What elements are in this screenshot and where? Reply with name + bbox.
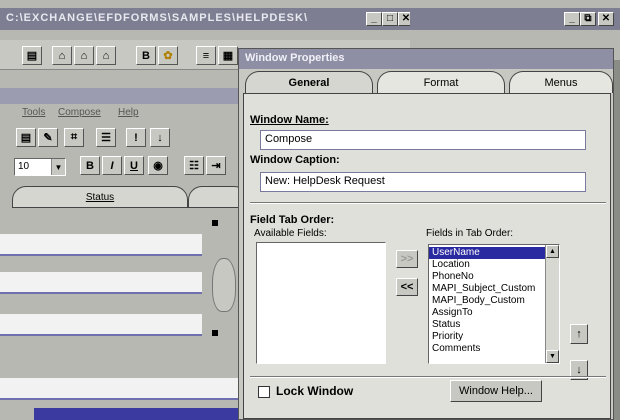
tab-order-item[interactable]: AssignTo: [429, 307, 545, 319]
tab-order-item[interactable]: Location: [429, 259, 545, 271]
window-name-label: Window Name:: [250, 114, 329, 126]
back-window-title: C:\EXCHANGE\EFDFORMS\SAMPLES\HELPDESK\: [6, 12, 309, 24]
arrow-up-icon: ↑: [576, 328, 582, 340]
compose-attach-icon[interactable]: ⌗: [64, 128, 84, 147]
scrollbar[interactable]: ▲ ▼: [545, 245, 559, 363]
dialog-titlebar: Window Properties: [239, 49, 613, 69]
add-field-label: >>: [400, 253, 414, 265]
general-page: Window Name: Compose Window Caption: New…: [243, 93, 611, 419]
divider: [250, 376, 606, 378]
field-tab-order-label: Field Tab Order:: [250, 214, 335, 226]
chevron-down-icon[interactable]: ▼: [51, 159, 65, 175]
bold-button[interactable]: B: [80, 156, 100, 175]
palette-icon[interactable]: ✿: [158, 46, 178, 65]
selection-handle[interactable]: [212, 220, 218, 226]
back-window-titlebar: C:\EXCHANGE\EFDFORMS\SAMPLES\HELPDESK\ _…: [0, 8, 420, 30]
menu-tools[interactable]: Tools: [22, 107, 45, 118]
compose-form-icon[interactable]: ▤: [16, 128, 36, 147]
window-caption-label: Window Caption:: [250, 154, 340, 166]
menu-compose[interactable]: Compose: [58, 107, 101, 118]
minimize-button[interactable]: _: [564, 12, 580, 26]
bullets-button[interactable]: ☷: [184, 156, 204, 175]
right-window-titlebar: _ ⧉ ✕: [410, 8, 620, 30]
remove-field-label: <<: [400, 281, 414, 293]
menu-help[interactable]: Help: [118, 107, 139, 118]
form-field-3[interactable]: [0, 314, 202, 336]
arrow-down-icon: ↓: [576, 364, 582, 376]
compose-titlebar: [0, 88, 240, 104]
underline-button[interactable]: U: [124, 156, 144, 175]
tab-general-label: General: [288, 76, 330, 89]
indent-button[interactable]: ⇥: [206, 156, 226, 175]
close-button[interactable]: ✕: [598, 12, 614, 26]
dialog-title: Window Properties: [245, 52, 345, 64]
tab-format-label: Format: [423, 76, 459, 89]
tab-general[interactable]: General: [245, 71, 373, 93]
tab-order-item[interactable]: MAPI_Subject_Custom: [429, 283, 545, 295]
tab-menus-label: Menus: [544, 76, 578, 89]
italic-button[interactable]: I: [102, 156, 122, 175]
importance-icon[interactable]: !: [126, 128, 146, 147]
tab-format[interactable]: Format: [377, 71, 505, 93]
status-header-label: Status: [85, 192, 115, 203]
font-size-select[interactable]: 10 ▼: [14, 158, 66, 176]
tab-order-item[interactable]: Status: [429, 319, 545, 331]
form-field-1[interactable]: [0, 234, 202, 256]
tab-order-item[interactable]: UserName: [429, 247, 545, 259]
lock-window-label[interactable]: Lock Window: [276, 384, 353, 398]
window-help-label: Window Help...: [459, 385, 533, 397]
maximize-button[interactable]: □: [382, 12, 398, 26]
available-fields-label: Available Fields:: [254, 228, 327, 239]
tab-order-item[interactable]: MAPI_Body_Custom: [429, 295, 545, 307]
open-folder-icon[interactable]: ⌂: [52, 46, 72, 65]
window-help-button[interactable]: Window Help...: [450, 380, 542, 402]
selection-handle[interactable]: [212, 330, 218, 336]
divider: [250, 202, 606, 204]
form-field-4[interactable]: [0, 378, 240, 400]
money-bag-icon: [212, 258, 236, 312]
low-importance-icon[interactable]: ↓: [150, 128, 170, 147]
grid-icon[interactable]: ▦: [218, 46, 238, 65]
scroll-up-icon[interactable]: ▲: [546, 245, 559, 258]
form-field-2[interactable]: [0, 272, 202, 294]
tab-order-item[interactable]: Comments: [429, 343, 545, 355]
add-field-button[interactable]: >>: [396, 250, 418, 268]
restore-button[interactable]: ⧉: [580, 12, 596, 26]
save-folder-icon[interactable]: ⌂: [74, 46, 94, 65]
tab-order-item[interactable]: Priority: [429, 331, 545, 343]
color-button[interactable]: ◉: [148, 156, 168, 175]
align-icon[interactable]: ≡: [196, 46, 216, 65]
compose-tools-icon[interactable]: ✎: [38, 128, 58, 147]
form-icon[interactable]: ▤: [22, 46, 42, 65]
fields-in-order-label: Fields in Tab Order:: [426, 228, 514, 239]
tab-order-item[interactable]: PhoneNo: [429, 271, 545, 283]
window-caption-input[interactable]: New: HelpDesk Request: [260, 172, 586, 192]
status-column-header[interactable]: Status: [12, 186, 188, 208]
tab-order-list[interactable]: UserName Location PhoneNo MAPI_Subject_Cust…: [428, 244, 560, 364]
font-size-value: 10: [18, 161, 30, 172]
compose-address-icon[interactable]: ☰: [96, 128, 116, 147]
tab-menus[interactable]: Menus: [509, 71, 613, 93]
scroll-down-icon[interactable]: ▼: [546, 350, 559, 363]
tab-order-items: UserName Location PhoneNo MAPI_Subject_Cust…: [429, 247, 545, 355]
copy-folder-icon[interactable]: ⌂: [96, 46, 116, 65]
remove-field-button[interactable]: <<: [396, 278, 418, 296]
window-name-input[interactable]: Compose: [260, 130, 586, 150]
compose-menubar: Tools Compose Help: [0, 106, 240, 122]
minimize-button[interactable]: _: [366, 12, 382, 26]
lock-window-checkbox[interactable]: [258, 386, 270, 398]
bold-icon[interactable]: B: [136, 46, 156, 65]
window-properties-dialog: Window Properties General Format Menus W…: [238, 48, 614, 420]
available-fields-list[interactable]: [256, 242, 386, 364]
move-up-button[interactable]: ↑: [570, 324, 588, 344]
